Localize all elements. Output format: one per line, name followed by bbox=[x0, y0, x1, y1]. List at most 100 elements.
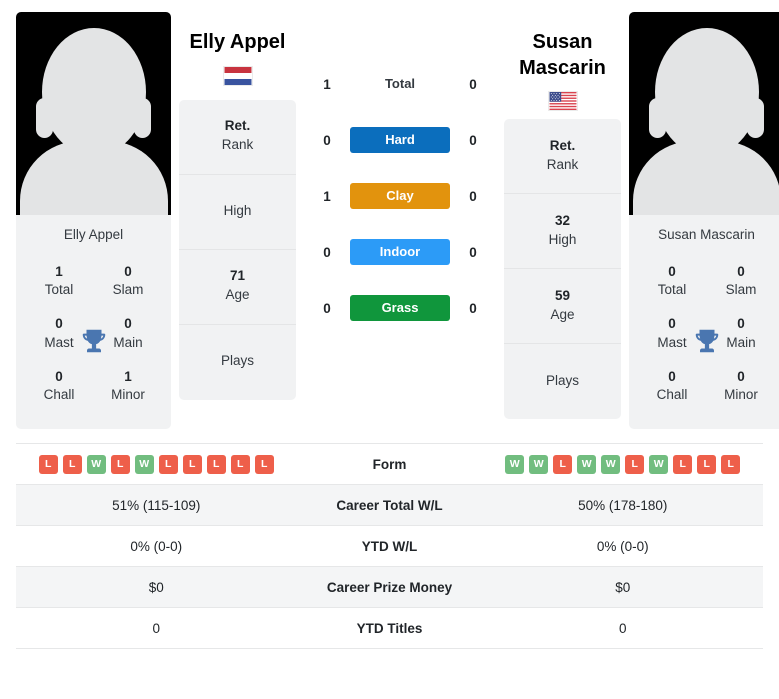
trophy-icon bbox=[695, 329, 718, 352]
right-player-info-column: Susan Mascarin Ret. Rank 32 High 59 Age … bbox=[504, 12, 621, 420]
info-value: 71 bbox=[229, 268, 246, 284]
form-badge-loss[interactable]: L bbox=[62, 454, 82, 474]
form-badge-loss[interactable]: L bbox=[673, 454, 693, 474]
title-stat: 0 Total bbox=[651, 263, 693, 299]
info-value: 32 bbox=[554, 212, 571, 228]
info-value: Ret. bbox=[224, 118, 251, 134]
form-badge-loss[interactable]: L bbox=[158, 454, 178, 474]
info-section-rank: Ret. Rank bbox=[179, 100, 296, 175]
info-section-plays: Plays bbox=[179, 325, 296, 400]
form-badge-loss[interactable]: L bbox=[230, 454, 250, 474]
left-player-info-card: Ret. Rank High 71 Age Plays bbox=[179, 99, 296, 400]
form-badge-loss[interactable]: L bbox=[254, 454, 274, 474]
form-badge-loss[interactable]: L bbox=[206, 454, 226, 474]
title-value: 0 bbox=[124, 264, 132, 279]
title-value: 0 bbox=[668, 264, 676, 279]
h2h-label-cell: Clay bbox=[350, 183, 450, 209]
h2h-left-score: 1 bbox=[323, 188, 331, 204]
h2h-label-cell: Grass bbox=[350, 295, 450, 321]
stat-row-form: LLWLWLLLLL Form WWLWWLWLLL bbox=[16, 444, 763, 486]
info-label: Age bbox=[550, 306, 575, 322]
title-stat: 0 Slam bbox=[720, 263, 762, 299]
h2h-right-score: 0 bbox=[469, 300, 477, 316]
form-badge-loss[interactable]: L bbox=[110, 454, 130, 474]
title-stat: 0 Chall bbox=[651, 368, 693, 404]
form-badge-loss[interactable]: L bbox=[38, 454, 58, 474]
info-section-age: 59 Age bbox=[504, 269, 621, 345]
title-label: Mast bbox=[44, 334, 74, 350]
title-label: Slam bbox=[725, 282, 757, 298]
title-stat: 0 Minor bbox=[720, 368, 762, 404]
surface-badge-clay[interactable]: Clay bbox=[350, 183, 450, 209]
left-stat-value: 0 bbox=[152, 620, 160, 636]
form-badge-win[interactable]: W bbox=[529, 454, 549, 474]
form-badge-win[interactable]: W bbox=[86, 454, 106, 474]
head-to-head-list: 1 Total 0 0 Hard 0 1 Clay 0 0 Indoor 0 0… bbox=[304, 12, 496, 336]
h2h-right-score: 0 bbox=[469, 132, 477, 148]
stat-row-ytd-titles: 0 YTD Titles 0 bbox=[16, 608, 763, 650]
left-stat-value: $0 bbox=[148, 579, 164, 595]
info-section-plays: Plays bbox=[504, 344, 621, 419]
title-stat: 0 Main bbox=[720, 315, 762, 351]
info-label: Plays bbox=[545, 372, 579, 388]
info-label: Age bbox=[225, 287, 250, 303]
title-value: 0 bbox=[124, 316, 132, 332]
surface-badge-indoor[interactable]: Indoor bbox=[350, 239, 450, 265]
info-section-high: 32 High bbox=[504, 194, 621, 270]
h2h-row-total: 1 Total 0 bbox=[304, 56, 496, 112]
right-player-card: Susan Mascarin 0 Total 0 Slam 0 Mast 0 M… bbox=[629, 12, 779, 430]
form-badge-loss[interactable]: L bbox=[697, 454, 717, 474]
right-player-avatar bbox=[629, 12, 779, 215]
h2h-row-grass: 0 Grass 0 bbox=[304, 280, 496, 336]
right-stat-value: 0 bbox=[618, 620, 627, 636]
stat-row-career-total-wl: 51% (115-109) Career Total W/L 50% (178-… bbox=[16, 485, 763, 527]
title-stat: 0 Main bbox=[107, 315, 149, 351]
form-badge-win[interactable]: W bbox=[649, 454, 669, 474]
titles-row: 1 Total 0 Slam bbox=[22, 256, 165, 308]
title-label: Slam bbox=[112, 282, 144, 298]
h2h-right-score: 0 bbox=[469, 244, 477, 260]
stat-row-ytd-wl: 0% (0-0) YTD W/L 0% (0-0) bbox=[16, 526, 763, 568]
info-label: High bbox=[223, 202, 252, 218]
right-stat-value: $0 bbox=[615, 579, 631, 595]
title-value: 0 bbox=[55, 368, 63, 384]
left-player-titles-grid: 1 Total 0 Slam 0 Mast 0 Main 0 Chall 1 M… bbox=[16, 252, 171, 429]
left-player-name: Elly Appel bbox=[189, 31, 286, 53]
h2h-row-hard: 0 Hard 0 bbox=[304, 112, 496, 168]
left-stat-value: 51% (115-109) bbox=[112, 497, 201, 513]
form-badge-loss[interactable]: L bbox=[182, 454, 202, 474]
stat-label: YTD W/L bbox=[361, 538, 418, 554]
h2h-label-cell: Indoor bbox=[350, 239, 450, 265]
form-badge-win[interactable]: W bbox=[601, 454, 621, 474]
title-label: Chall bbox=[43, 387, 75, 403]
stat-label: Form bbox=[372, 456, 407, 472]
title-stat: 1 Minor bbox=[107, 368, 149, 404]
form-badge-loss[interactable]: L bbox=[721, 454, 741, 474]
surface-badge-grass[interactable]: Grass bbox=[350, 295, 450, 321]
form-badge-win[interactable]: W bbox=[577, 454, 597, 474]
stat-label: Career Total W/L bbox=[336, 497, 443, 513]
title-stat: 0 Slam bbox=[107, 263, 149, 299]
h2h-label-cell: Total bbox=[350, 75, 450, 93]
title-value: 0 bbox=[668, 368, 676, 384]
form-badge-loss[interactable]: L bbox=[625, 454, 645, 474]
info-section-high: High bbox=[179, 175, 296, 250]
info-label: High bbox=[548, 231, 577, 247]
form-badge-loss[interactable]: L bbox=[553, 454, 573, 474]
netherlands-flag-icon bbox=[222, 65, 253, 86]
h2h-left-score: 0 bbox=[323, 300, 331, 316]
titles-row: 0 Chall 1 Minor bbox=[22, 361, 165, 413]
left-player-photo-column: Elly Appel 1 Total 0 Slam 0 Mast 0 Main … bbox=[16, 12, 171, 430]
surface-badge-hard[interactable]: Hard bbox=[350, 127, 450, 153]
h2h-row-indoor: 0 Indoor 0 bbox=[304, 224, 496, 280]
form-badge-win[interactable]: W bbox=[505, 454, 525, 474]
info-label: Plays bbox=[220, 353, 254, 369]
comparison-stats-table: LLWLWLLLLL Form WWLWWLWLLL 51% (115-109)… bbox=[16, 443, 763, 650]
right-stat-value: 0% (0-0) bbox=[596, 538, 649, 554]
title-label: Total bbox=[657, 282, 687, 298]
title-label: Minor bbox=[111, 387, 145, 403]
titles-row: 0 Chall 0 Minor bbox=[635, 361, 778, 413]
info-label: Rank bbox=[546, 156, 579, 172]
title-value: 0 bbox=[737, 316, 745, 332]
form-badge-win[interactable]: W bbox=[134, 454, 154, 474]
